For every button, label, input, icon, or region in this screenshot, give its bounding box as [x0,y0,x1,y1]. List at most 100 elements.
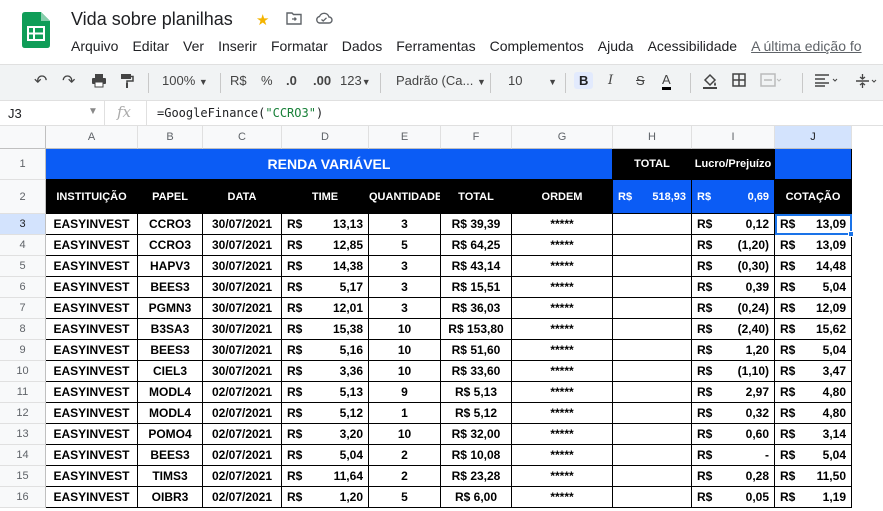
menu-inserir[interactable]: Inserir [218,38,257,54]
cell-time[interactable]: R$ 15,38 [282,319,369,340]
cell-cotacao[interactable]: R$ 13,09 [775,214,852,235]
font-size-select[interactable]: 10 ▼ [508,73,557,88]
cell-data[interactable]: 02/07/2021 [203,403,282,424]
cell-qtd[interactable]: 10 [369,361,441,382]
cell-qtd[interactable]: 9 [369,382,441,403]
move-folder-icon[interactable] [286,11,302,29]
row-header-10[interactable]: 10 [0,361,46,382]
cell-qtd[interactable]: 3 [369,214,441,235]
cloud-status-icon[interactable] [315,11,333,29]
menu-formatar[interactable]: Formatar [271,38,328,54]
cell-data[interactable]: 30/07/2021 [203,235,282,256]
cell-total[interactable]: R$ 36,03 [441,298,512,319]
cell-inst[interactable]: EASYINVEST [46,487,138,508]
cell-data[interactable]: 30/07/2021 [203,256,282,277]
cell-data[interactable]: 30/07/2021 [203,340,282,361]
row-header-2[interactable]: 2 [0,180,46,214]
header-cell-4[interactable]: QUANTIDADE [369,180,441,214]
cell-cotacao[interactable]: R$ 5,04 [775,277,852,298]
cell-data[interactable]: 30/07/2021 [203,277,282,298]
cell-cotacao[interactable]: R$ 4,80 [775,403,852,424]
column-header-b[interactable]: B [138,126,203,149]
borders-icon[interactable] [732,73,746,90]
text-color-button[interactable]: A [662,73,671,90]
cell-total[interactable]: R$ 39,39 [441,214,512,235]
cell-data[interactable]: 02/07/2021 [203,487,282,508]
horizontal-align-icon[interactable] [814,73,840,90]
font-family-select[interactable]: Padrão (Ca... ▼ [396,73,486,88]
cell-lucro[interactable]: R$ (1,20) [692,235,775,256]
cell-empty[interactable] [613,424,692,445]
cell-time[interactable]: R$ 1,20 [282,487,369,508]
cell-qtd[interactable]: 2 [369,466,441,487]
cell-lucro[interactable]: R$ (1,10) [692,361,775,382]
cell-papel[interactable]: BEES3 [138,277,203,298]
cell-papel[interactable]: PGMN3 [138,298,203,319]
row-header-15[interactable]: 15 [0,466,46,487]
currency-format-button[interactable]: R$ [230,73,247,88]
cell-total[interactable]: R$ 5,13 [441,382,512,403]
menu-complementos[interactable]: Complementos [490,38,584,54]
cell-inst[interactable]: EASYINVEST [46,319,138,340]
doc-title[interactable]: Vida sobre planilhas [71,9,233,30]
cell-qtd[interactable]: 10 [369,340,441,361]
cell-qtd[interactable]: 10 [369,424,441,445]
cell-empty[interactable] [613,277,692,298]
menu-dados[interactable]: Dados [342,38,382,54]
cell-ordem[interactable]: ***** [512,340,613,361]
cell-time[interactable]: R$ 12,01 [282,298,369,319]
cell-inst[interactable]: EASYINVEST [46,466,138,487]
cell-papel[interactable]: BEES3 [138,340,203,361]
header-cell-5[interactable]: TOTAL [441,180,512,214]
cell-inst[interactable]: EASYINVEST [46,235,138,256]
cell-cotacao[interactable]: R$ 3,14 [775,424,852,445]
cell-empty[interactable] [613,214,692,235]
cell-empty[interactable] [613,298,692,319]
undo-icon[interactable]: ↶ [34,71,47,91]
increase-decimal-button[interactable]: .00 [313,73,331,88]
cell-cotacao[interactable]: R$ 13,09 [775,235,852,256]
menu-ferramentas[interactable]: Ferramentas [396,38,475,54]
strikethrough-button[interactable]: S [636,73,645,88]
cell-papel[interactable]: CIEL3 [138,361,203,382]
cell-papel[interactable]: MODL4 [138,403,203,424]
cell-total[interactable]: R$ 10,08 [441,445,512,466]
cell-time[interactable]: R$ 5,12 [282,403,369,424]
cell-lucro[interactable]: R$ (0,30) [692,256,775,277]
row-header-7[interactable]: 7 [0,298,46,319]
cell-papel[interactable]: TIMS3 [138,466,203,487]
cell-cotacao[interactable]: R$ 15,62 [775,319,852,340]
cell-papel[interactable]: CCRO3 [138,235,203,256]
cell-empty[interactable] [613,487,692,508]
cell-empty[interactable] [613,256,692,277]
row-header-8[interactable]: 8 [0,319,46,340]
cell-lucro[interactable]: R$ 2,97 [692,382,775,403]
menu-ver[interactable]: Ver [183,38,204,54]
cell-inst[interactable]: EASYINVEST [46,340,138,361]
cell-total[interactable]: R$ 32,00 [441,424,512,445]
cell-lucro[interactable]: R$ 0,12 [692,214,775,235]
total-label-cell[interactable]: TOTAL [613,149,692,180]
cell-papel[interactable]: BEES3 [138,445,203,466]
cell-empty[interactable] [613,340,692,361]
bold-button[interactable]: B [574,72,594,89]
cell-data[interactable]: 02/07/2021 [203,445,282,466]
column-header-j[interactable]: J [775,126,852,149]
cell-lucro[interactable]: R$ (0,24) [692,298,775,319]
name-box-dropdown-icon[interactable]: ▼ [88,106,98,117]
cell-cotacao[interactable]: R$ 14,48 [775,256,852,277]
vertical-align-icon[interactable] [855,73,879,92]
cell-data[interactable]: 30/07/2021 [203,298,282,319]
cell-time[interactable]: R$ 5,04 [282,445,369,466]
cell-qtd[interactable]: 10 [369,319,441,340]
cell-qtd[interactable]: 3 [369,277,441,298]
row-header-11[interactable]: 11 [0,382,46,403]
cell-time[interactable]: R$ 11,64 [282,466,369,487]
cell-lucro[interactable]: R$ 0,32 [692,403,775,424]
cell-empty[interactable] [613,403,692,424]
header-cell-6[interactable]: ORDEM [512,180,613,214]
cell-data[interactable]: 02/07/2021 [203,382,282,403]
cell-total[interactable]: R$ 51,60 [441,340,512,361]
row-header-6[interactable]: 6 [0,277,46,298]
column-header-h[interactable]: H [613,126,692,149]
